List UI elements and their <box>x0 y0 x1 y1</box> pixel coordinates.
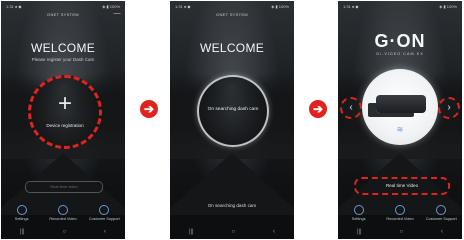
realtime-video-button[interactable]: Real time Video <box>354 177 450 195</box>
dashcam-device <box>376 95 426 113</box>
next-device-button[interactable]: › <box>438 97 460 119</box>
brand-model: GI-VIDEO CAM EX <box>376 52 424 56</box>
nav-customer-support[interactable]: Customer Support <box>85 205 123 221</box>
nav-recorded-video-label: Recorded Video <box>49 217 77 221</box>
searching-circle-text: On searching dash cam <box>207 107 259 112</box>
welcome-heading: WELCOME <box>30 41 96 55</box>
system-nav-bar: ||| ○ ‹ <box>1 225 125 239</box>
bottom-navigation: Settings Recorded Video Customer Support <box>338 201 462 221</box>
nav-settings-label: Settings <box>351 217 366 221</box>
screen-searching: 1:31 ● ◆ ◈ ▮ 100% GNET SYSTEM WELCOME On… <box>170 1 294 239</box>
wifi-icon: ≋ <box>396 125 404 134</box>
app-title: GNET SYSTEM <box>47 12 79 17</box>
back-icon[interactable]: ‹ <box>104 229 106 235</box>
welcome-subtitle: Please register your Dash Cam <box>31 57 95 62</box>
searching-indicator: On searching dash cam <box>197 75 269 147</box>
play-icon <box>394 205 405 215</box>
realtime-video-button[interactable]: Real time video <box>25 181 103 193</box>
back-icon[interactable]: ‹ <box>273 229 275 235</box>
status-time: 1:31 ● ◆ <box>175 3 191 9</box>
brand-logo: G·ON <box>374 31 426 51</box>
nav-settings[interactable]: Settings <box>3 205 41 221</box>
dashcam-image: ≋ <box>362 69 438 145</box>
nav-settings[interactable]: Settings <box>340 205 378 221</box>
status-icons: ◈ ▮ 100% <box>271 3 289 9</box>
support-icon <box>436 205 447 215</box>
recent-apps-icon[interactable]: ||| <box>189 229 194 235</box>
device-registration-button[interactable]: + Device registration <box>28 75 102 149</box>
nav-recorded-video[interactable]: Recorded Video <box>44 205 82 221</box>
app-title: GNET SYSTEM <box>216 12 248 17</box>
recent-apps-icon[interactable]: ||| <box>20 229 25 235</box>
status-icons: ◈ ▮ 100% <box>102 3 120 9</box>
status-bar: 1:31 ● ◆ ◈ ▮ 100% <box>338 1 462 11</box>
status-icons: ◈ ▮ 100% <box>439 3 457 9</box>
settings-icon <box>16 205 27 215</box>
recent-apps-icon[interactable]: ||| <box>357 229 362 235</box>
nav-customer-support[interactable]: Customer Support <box>422 205 460 221</box>
settings-icon <box>353 205 364 215</box>
nav-settings-label: Settings <box>14 217 29 221</box>
system-nav-bar: ||| ○ ‹ <box>338 225 462 239</box>
play-icon <box>57 205 68 215</box>
menu-icon[interactable]: — <box>113 10 121 18</box>
bottom-navigation: Settings Recorded Video Customer Support <box>1 201 125 221</box>
nav-recorded-video-label: Recorded Video <box>386 217 414 221</box>
back-icon[interactable]: ‹ <box>441 229 443 235</box>
status-bar: 1:31 ● ◆ ◈ ▮ 100% <box>170 1 294 11</box>
previous-device-button[interactable]: ‹ <box>340 97 362 119</box>
arrow-right-icon: ➔ <box>140 100 158 118</box>
screen-registration: 1:31 ● ◆ ◈ ▮ 100% GNET SYSTEM — WELCOME … <box>1 1 125 239</box>
arrow-right-icon: ➔ <box>309 100 327 118</box>
screen-device-home: 1:31 ● ◆ ◈ ▮ 100% G·ON GI-VIDEO CAM EX ≋… <box>338 1 462 239</box>
support-icon <box>99 205 110 215</box>
status-time: 1:31 ● ◆ <box>6 3 22 9</box>
device-registration-label: Device registration <box>46 123 84 128</box>
welcome-heading: WELCOME <box>199 41 265 55</box>
status-time: 1:31 ● ◆ <box>343 3 359 9</box>
nav-customer-support-label: Customer Support <box>425 217 457 221</box>
system-nav-bar: ||| ○ ‹ <box>170 225 294 239</box>
status-bar: 1:31 ● ◆ ◈ ▮ 100% <box>1 1 125 11</box>
home-icon[interactable]: ○ <box>232 229 236 235</box>
searching-status-text: On searching dash cam <box>207 203 257 208</box>
nav-customer-support-label: Customer Support <box>88 217 120 221</box>
home-icon[interactable]: ○ <box>400 229 404 235</box>
nav-recorded-video[interactable]: Recorded Video <box>381 205 419 221</box>
plus-icon: + <box>57 90 72 117</box>
home-icon[interactable]: ○ <box>63 229 67 235</box>
